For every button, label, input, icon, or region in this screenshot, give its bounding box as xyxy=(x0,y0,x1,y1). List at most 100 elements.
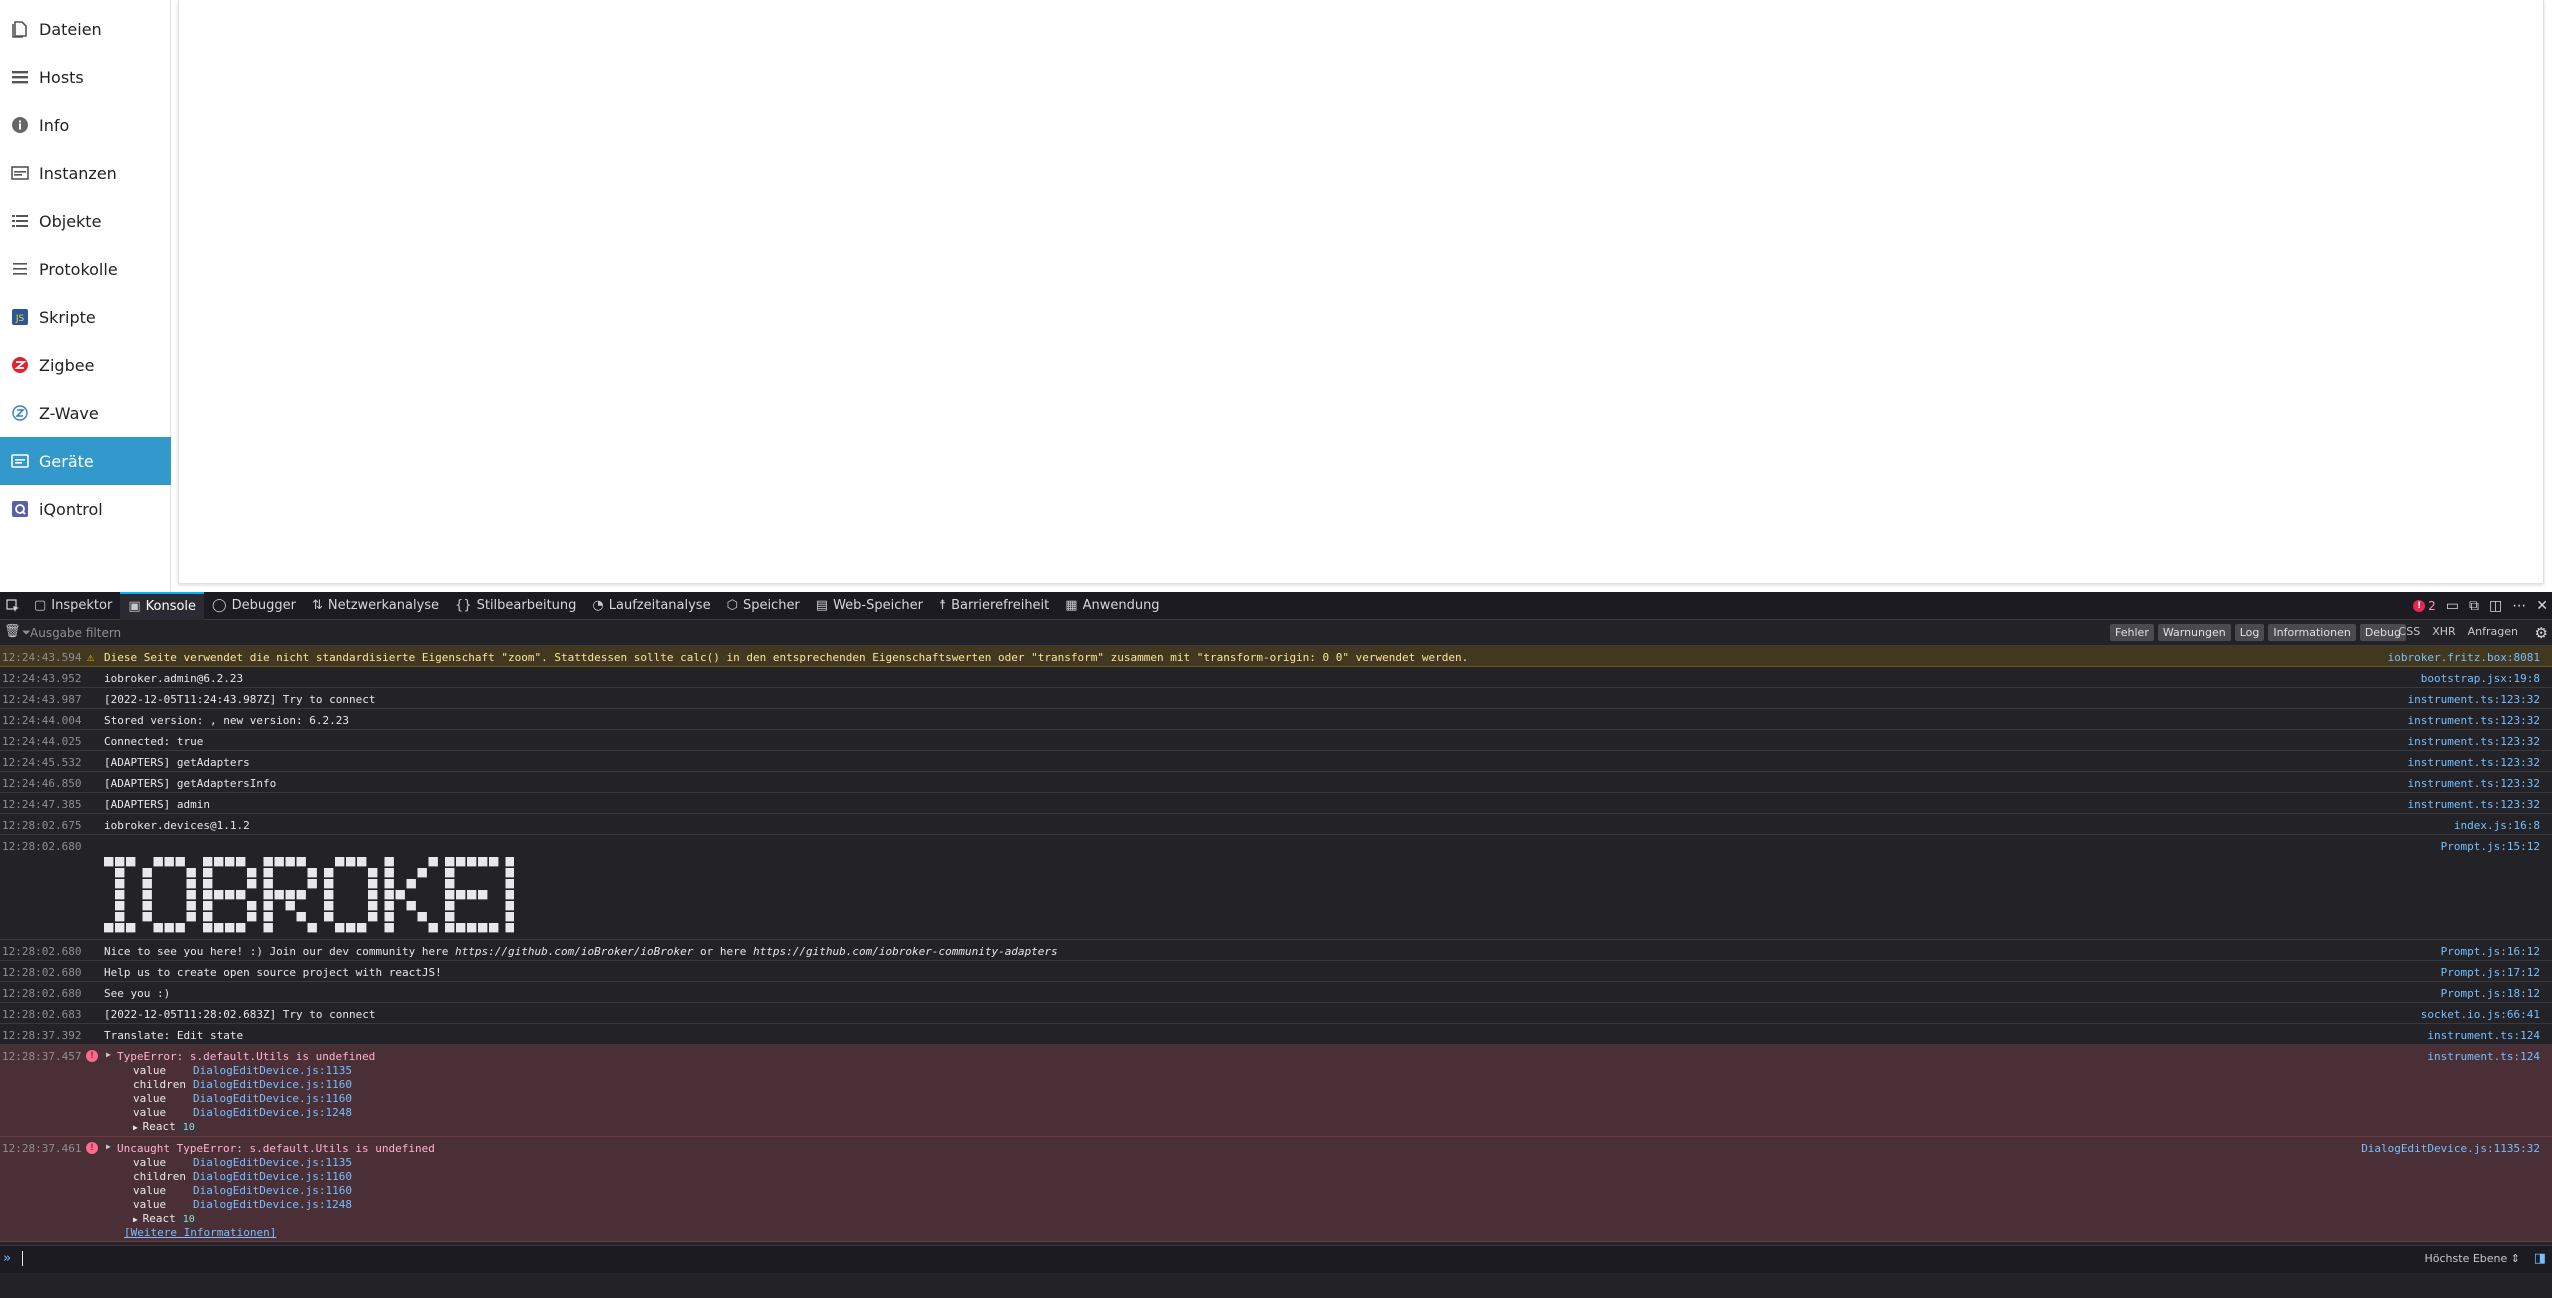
sidebar-item-zigbee[interactable]: Zigbee xyxy=(0,341,171,389)
source-link[interactable]: instrument.ts:123:32 xyxy=(2408,756,2540,769)
filter-requests-button[interactable]: Anfragen xyxy=(2468,625,2518,638)
ascii-logo-block xyxy=(186,879,196,889)
tab-web-speicher[interactable]: ▤ Web-Speicher xyxy=(808,592,931,620)
timestamp: 12:24:47.385 xyxy=(2,798,82,811)
element-picker-icon[interactable] xyxy=(0,592,26,620)
filter-input[interactable] xyxy=(30,625,630,640)
tab-netzwerkanalyse[interactable]: ⇅ Netzwerkanalyse xyxy=(304,592,447,620)
ascii-logo-block xyxy=(445,868,455,878)
stack-frame: children DialogEditDevice.js:1160 xyxy=(133,1170,352,1183)
react-frames-group[interactable]: ▶ React 10 xyxy=(133,1212,198,1225)
ascii-logo-block xyxy=(153,857,163,867)
source-link[interactable]: iobroker.fritz.box:8081 xyxy=(2388,651,2540,664)
source-link[interactable]: socket.io.js:66:41 xyxy=(2421,1008,2540,1021)
sidebar-item-info[interactable]: Info xyxy=(0,101,171,149)
level-log-button[interactable]: Log xyxy=(2234,624,2265,641)
sidebar-item-z-wave[interactable]: Z-Wave xyxy=(0,389,171,437)
sidebar-item-dateien[interactable]: Dateien xyxy=(0,5,171,53)
dock-side-icon[interactable]: ◫ xyxy=(2489,598,2502,614)
close-icon[interactable]: ✕ xyxy=(2536,598,2548,614)
level-warnungen-button[interactable]: Warnungen xyxy=(2157,624,2231,641)
console-row: 12:28:02.675 iobroker.devices@1.1.2 inde… xyxy=(0,814,2552,835)
evaluation-context-select[interactable]: Höchste Ebene ⇕ xyxy=(2425,1252,2521,1265)
source-link[interactable]: Prompt.js:15:12 xyxy=(2441,840,2540,853)
ascii-logo-block xyxy=(115,912,125,922)
source-link[interactable]: instrument.ts:123:32 xyxy=(2408,798,2540,811)
sidebar-item-label: Z-Wave xyxy=(39,403,99,423)
source-link[interactable]: instrument.ts:123:32 xyxy=(2408,714,2540,727)
ascii-logo-block xyxy=(142,912,152,922)
source-link[interactable]: Prompt.js:16:12 xyxy=(2441,945,2540,958)
tab-konsole[interactable]: ▣ Konsole xyxy=(120,591,205,620)
tab-stilbearbeitung[interactable]: {} Stilbearbeitung xyxy=(447,592,584,620)
log-message[interactable]: TypeError: s.default.Utils is undefined xyxy=(117,1050,375,1063)
log-message: Help us to create open source project wi… xyxy=(104,966,442,979)
source-link[interactable]: Prompt.js:17:12 xyxy=(2441,966,2540,979)
source-link[interactable]: instrument.ts:124 xyxy=(2427,1050,2540,1063)
tab-laufzeitanalyse[interactable]: ◔ Laufzeitanalyse xyxy=(584,592,718,620)
filter-xhr-button[interactable]: XHR xyxy=(2432,625,2455,638)
sidebar-item-iqontrol[interactable]: iQontrol xyxy=(0,485,171,533)
log-message[interactable]: Uncaught TypeError: s.default.Utils is u… xyxy=(117,1142,435,1155)
tab-barrierefreiheit[interactable]: ☨ Barrierefreiheit xyxy=(931,592,1057,620)
error-counter[interactable]: ! 2 xyxy=(2413,599,2436,613)
ascii-logo-block xyxy=(445,923,455,933)
ascii-logo-block xyxy=(505,912,514,922)
gear-icon[interactable]: ⚙ xyxy=(2535,624,2548,642)
console-command-line[interactable]: » Höchste Ebene ⇕ ◨ xyxy=(0,1245,2552,1273)
source-link[interactable]: instrument.ts:123:32 xyxy=(2408,693,2540,706)
sidebar-item-protokolle[interactable]: Protokolle xyxy=(0,245,171,293)
timestamp: 12:28:37.457 xyxy=(2,1050,82,1063)
ascii-logo-block xyxy=(203,868,213,878)
tab-debugger[interactable]: ◯ Debugger xyxy=(204,592,304,620)
ascii-logo-block xyxy=(274,890,284,900)
stack-location-link[interactable]: DialogEditDevice.js:1160 xyxy=(193,1170,352,1183)
sidebar-item-objekte[interactable]: Objekte xyxy=(0,197,171,245)
level-informationen-button[interactable]: Informationen xyxy=(2268,624,2356,641)
level-fehler-button[interactable]: Fehler xyxy=(2110,624,2154,641)
ascii-logo-block xyxy=(324,890,334,900)
source-link[interactable]: bootstrap.jsx:19:8 xyxy=(2421,672,2540,685)
source-link[interactable]: instrument.ts:124 xyxy=(2427,1029,2540,1042)
sidebar-item-skripte[interactable]: JS Skripte xyxy=(0,293,171,341)
message-url[interactable]: https://github.com/ioBroker/ioBroker xyxy=(455,945,693,958)
filter-css-button[interactable]: CSS xyxy=(2399,625,2421,638)
stack-location-link[interactable]: DialogEditDevice.js:1248 xyxy=(193,1198,352,1211)
sidebar: Dateien Hosts Info Instanzen Objekte Pro… xyxy=(0,0,171,592)
source-link[interactable]: index.js:16:8 xyxy=(2454,819,2540,832)
stack-location-link[interactable]: DialogEditDevice.js:1135 xyxy=(193,1156,352,1169)
sidebar-item-hosts[interactable]: Hosts xyxy=(0,53,171,101)
ascii-logo-block xyxy=(505,879,514,889)
expand-triangle-icon[interactable]: ▶ xyxy=(106,1050,111,1059)
ascii-logo-block xyxy=(368,912,378,922)
iframe-picker-icon[interactable]: ▭ xyxy=(2446,598,2459,614)
stack-location-link[interactable]: DialogEditDevice.js:1160 xyxy=(193,1092,352,1105)
sidebar-item-label: iQontrol xyxy=(39,499,103,519)
source-link[interactable]: instrument.ts:123:32 xyxy=(2408,777,2540,790)
sidebar-item-geraete[interactable]: Geräte xyxy=(0,437,171,485)
tab-label: Konsole xyxy=(145,599,197,614)
source-link[interactable]: Prompt.js:18:12 xyxy=(2441,987,2540,1000)
more-options-icon[interactable]: ⋯ xyxy=(2512,598,2526,614)
tab-anwendung[interactable]: ▦ Anwendung xyxy=(1057,592,1167,620)
tab-inspektor[interactable]: ▢ Inspektor xyxy=(26,592,120,620)
react-frames-group[interactable]: ▶ React 10 xyxy=(133,1120,198,1133)
ascii-logo-block xyxy=(203,923,213,933)
sidebar-item-label: Geräte xyxy=(39,451,94,471)
more-info-link[interactable]: [Weitere Informationen] xyxy=(124,1226,276,1239)
trash-icon[interactable]: 🗑 xyxy=(4,624,21,639)
stack-frame: value DialogEditDevice.js:1160 xyxy=(133,1092,352,1105)
stack-location-link[interactable]: DialogEditDevice.js:1160 xyxy=(193,1184,352,1197)
split-console-icon[interactable]: ◨ xyxy=(2534,1251,2546,1266)
devtools-toolbar: ▢ Inspektor ▣ Konsole ◯ Debugger ⇅ Netzwerka… xyxy=(0,591,2552,620)
source-link[interactable]: instrument.ts:123:32 xyxy=(2408,735,2540,748)
tab-speicher[interactable]: ⬡ Speicher xyxy=(719,592,808,620)
responsive-design-icon[interactable]: ⧉ xyxy=(2469,598,2479,614)
source-link[interactable]: DialogEditDevice.js:1135:32 xyxy=(2361,1142,2540,1155)
stack-location-link[interactable]: DialogEditDevice.js:1160 xyxy=(193,1078,352,1091)
stack-location-link[interactable]: DialogEditDevice.js:1135 xyxy=(193,1064,352,1077)
message-url[interactable]: https://github.com/iobroker-community-ad… xyxy=(753,945,1058,958)
stack-location-link[interactable]: DialogEditDevice.js:1248 xyxy=(193,1106,352,1119)
expand-triangle-icon[interactable]: ▶ xyxy=(106,1142,111,1151)
sidebar-item-instanzen[interactable]: Instanzen xyxy=(0,149,171,197)
